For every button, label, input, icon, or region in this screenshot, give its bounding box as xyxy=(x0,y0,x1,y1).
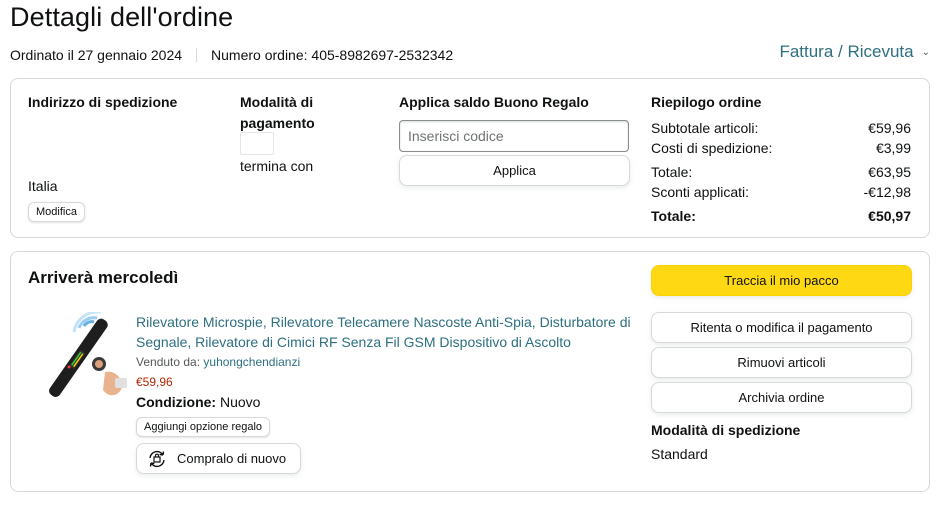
rebuy-icon xyxy=(149,450,165,467)
payment-title-line1: Modalità di xyxy=(240,94,314,110)
order-number: Numero ordine: 405-8982697-2532342 xyxy=(211,47,454,63)
remove-items-button[interactable]: Rimuovi articoli xyxy=(651,347,912,378)
order-summary: Subtotale articoli: €59,96 Costi di sped… xyxy=(651,118,911,226)
order-info-box: Indirizzo di spedizione Italia Modifica … xyxy=(10,78,930,238)
retry-payment-button[interactable]: Ritenta o modifica il pagamento xyxy=(651,312,912,343)
product-condition: Condizione: Nuovo xyxy=(136,394,260,410)
grand-total-value: €50,97 xyxy=(868,208,911,224)
summary-value: €63,95 xyxy=(868,164,911,180)
product-image[interactable] xyxy=(39,312,129,402)
invoice-link[interactable]: Fattura / Ricevuta ⌄ xyxy=(779,42,930,62)
gift-card-title: Applica saldo Buono Regalo xyxy=(399,94,589,110)
shipping-method-title: Modalità di spedizione xyxy=(651,422,801,438)
summary-label: Sconti applicati: xyxy=(651,184,750,200)
grand-total-label: Totale: xyxy=(651,208,696,224)
summary-label: Subtotale articoli: xyxy=(651,120,759,136)
meta-divider xyxy=(196,48,198,62)
summary-label: Costi di spedizione: xyxy=(651,140,773,156)
gift-code-input[interactable] xyxy=(399,120,629,152)
chevron-down-icon: ⌄ xyxy=(921,46,930,58)
summary-row-subtotal: Subtotale articoli: €59,96 xyxy=(651,118,911,138)
payment-card-text: termina con xyxy=(240,158,314,174)
order-summary-title: Riepilogo ordine xyxy=(651,94,762,110)
summary-value: -€12,98 xyxy=(863,184,911,200)
archive-order-button[interactable]: Archivia ordine xyxy=(651,382,912,413)
sold-by: Venduto da: yuhongchendianzi xyxy=(136,355,300,369)
summary-row-total: Totale: €63,95 xyxy=(651,162,911,182)
summary-value: €3,99 xyxy=(875,140,911,156)
invoice-link-label: Fattura / Ricevuta xyxy=(779,42,914,61)
buy-again-label: Compralo di nuovo xyxy=(177,451,287,466)
shipping-address-title: Indirizzo di spedizione xyxy=(28,94,178,110)
track-package-button[interactable]: Traccia il mio pacco xyxy=(651,265,912,296)
card-icon xyxy=(240,132,274,155)
page-title: Dettagli dell'ordine xyxy=(10,2,234,32)
summary-value: €59,96 xyxy=(868,120,911,136)
add-gift-option-button[interactable]: Aggiungi opzione regalo xyxy=(136,417,271,437)
product-title-link[interactable]: Rilevatore Microspie, Rilevatore Telecam… xyxy=(136,312,636,352)
delivery-title: Arriverà mercoledì xyxy=(28,268,179,287)
product-price: €59,96 xyxy=(136,375,173,389)
order-meta: Ordinato il 27 gennaio 2024 Numero ordin… xyxy=(10,47,453,63)
shipment-box: Arriverà mercoledì Rilevatore Microspie,… xyxy=(10,251,930,492)
condition-value: Nuovo xyxy=(220,394,261,410)
payment-method-title: Modalità di pagamento xyxy=(240,92,315,134)
payment-title-line2: pagamento xyxy=(240,115,315,131)
summary-label: Totale: xyxy=(651,164,693,180)
edit-address-button[interactable]: Modifica xyxy=(28,202,85,222)
summary-row-discounts: Sconti applicati: -€12,98 xyxy=(651,182,911,202)
sold-by-label: Venduto da: xyxy=(136,355,201,369)
shipping-method-value: Standard xyxy=(651,446,708,462)
summary-row-grand-total: Totale: €50,97 xyxy=(651,206,911,226)
apply-gift-button[interactable]: Applica xyxy=(399,155,630,186)
buy-again-button[interactable]: Compralo di nuovo xyxy=(136,443,301,474)
shipping-address-country: Italia xyxy=(28,178,58,194)
seller-link[interactable]: yuhongchendianzi xyxy=(203,355,300,369)
order-date: Ordinato il 27 gennaio 2024 xyxy=(10,47,183,63)
summary-row-shipping: Costi di spedizione: €3,99 xyxy=(651,138,911,158)
condition-label: Condizione: xyxy=(136,394,217,410)
